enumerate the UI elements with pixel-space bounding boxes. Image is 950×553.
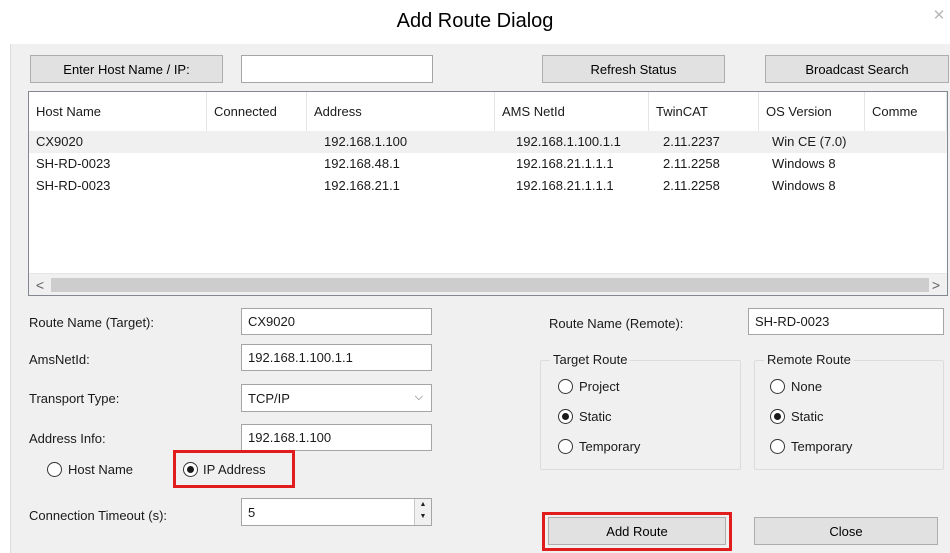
cell-twincat: 2.11.2258 [663, 178, 720, 193]
amsnetid-label: AmsNetId: [29, 352, 90, 367]
remote-route-static-radio[interactable] [770, 409, 785, 424]
table-row[interactable]: SH-RD-0023 192.168.21.1 192.168.21.1.1.1… [29, 175, 947, 197]
transport-type-value: TCP/IP [248, 390, 290, 406]
remote-route-temporary-radio[interactable] [770, 439, 785, 454]
amsnetid-input[interactable]: 192.168.1.100.1.1 [241, 344, 432, 371]
address-info-input[interactable]: 192.168.1.100 [241, 424, 432, 451]
host-ip-input[interactable] [241, 55, 433, 83]
column-header-address[interactable]: Address [307, 92, 495, 131]
target-route-title: Target Route [550, 352, 631, 367]
scroll-left-icon[interactable]: < [31, 276, 49, 294]
target-route-static-label: Static [579, 409, 612, 424]
broadcast-search-button[interactable]: Broadcast Search [765, 55, 949, 83]
target-route-temporary-radio[interactable] [558, 439, 573, 454]
target-route-project-radio[interactable] [558, 379, 573, 394]
timeout-spinner[interactable]: ▲ ▼ [414, 499, 431, 525]
cell-ams-netid: 192.168.21.1.1.1 [516, 156, 614, 171]
column-header-host-name[interactable]: Host Name [29, 92, 207, 131]
cell-os-version: Win CE (7.0) [772, 134, 847, 149]
ip-address-highlight [173, 450, 295, 488]
cell-ams-netid: 192.168.1.100.1.1 [516, 134, 621, 149]
cell-address: 192.168.21.1 [324, 178, 400, 193]
column-header-twincat[interactable]: TwinCAT [649, 92, 759, 131]
refresh-status-button[interactable]: Refresh Status [542, 55, 725, 83]
host-name-radio-label: Host Name [68, 462, 134, 477]
table-row[interactable]: CX9020 192.168.1.100 192.168.1.100.1.1 2… [29, 131, 947, 153]
close-icon[interactable]: ✕ [928, 6, 950, 26]
cell-os-version: Windows 8 [772, 156, 836, 171]
remote-route-title: Remote Route [764, 352, 854, 367]
target-route-project-label: Project [579, 379, 620, 394]
remote-route-temporary-label: Temporary [791, 439, 853, 454]
remote-route-none-label: None [791, 379, 823, 394]
column-header-os-version[interactable]: OS Version [759, 92, 865, 131]
column-header-connected[interactable]: Connected [207, 92, 307, 131]
spin-down-icon[interactable]: ▼ [415, 511, 431, 523]
title-bar: Add Route Dialog ✕ [0, 0, 950, 44]
route-name-remote-label: Route Name (Remote): [549, 316, 684, 331]
target-route-static-radio[interactable] [558, 409, 573, 424]
column-header-comment[interactable]: Comme [865, 92, 947, 131]
host-name-radio[interactable] [47, 462, 62, 477]
cell-os-version: Windows 8 [772, 178, 836, 193]
scrollbar-thumb[interactable] [51, 278, 929, 292]
transport-type-label: Transport Type: [29, 391, 120, 406]
cell-address: 192.168.48.1 [324, 156, 400, 171]
route-name-target-label: Route Name (Target): [29, 315, 154, 330]
chevron-down-icon: ⌵ [414, 391, 423, 403]
cell-host-name: SH-RD-0023 [36, 178, 111, 193]
cell-ams-netid: 192.168.21.1.1.1 [516, 178, 614, 193]
add-route-highlight [542, 512, 732, 551]
remote-route-static-label: Static [791, 409, 824, 424]
route-name-target-input[interactable]: CX9020 [241, 308, 432, 335]
cell-host-name: SH-RD-0023 [36, 156, 111, 171]
address-info-label: Address Info: [29, 431, 106, 446]
dialog-title: Add Route Dialog [396, 10, 554, 32]
cell-address: 192.168.1.100 [324, 134, 408, 149]
close-button[interactable]: Close [754, 517, 938, 545]
column-header-ams-netid[interactable]: AMS NetId [495, 92, 649, 131]
spin-up-icon[interactable]: ▲ [415, 499, 431, 511]
cell-host-name: CX9020 [36, 134, 83, 149]
cell-twincat: 2.11.2258 [663, 156, 720, 171]
route-list[interactable]: Host Name Connected Address AMS NetId Tw… [28, 91, 948, 296]
connection-timeout-value: 5 [248, 504, 256, 520]
connection-timeout-input[interactable]: 5 ▲ ▼ [241, 498, 432, 526]
table-row[interactable]: SH-RD-0023 192.168.48.1 192.168.21.1.1.1… [29, 153, 947, 175]
enter-host-button[interactable]: Enter Host Name / IP: [30, 55, 223, 83]
cell-twincat: 2.11.2237 [663, 134, 720, 149]
transport-type-select[interactable]: TCP/IP ⌵ [241, 384, 432, 412]
scroll-right-icon[interactable]: > [927, 276, 945, 294]
horizontal-scrollbar[interactable]: < > [29, 273, 947, 295]
remote-route-none-radio[interactable] [770, 379, 785, 394]
route-name-remote-input[interactable]: SH-RD-0023 [748, 308, 944, 335]
connection-timeout-label: Connection Timeout (s): [29, 508, 168, 523]
target-route-temporary-label: Temporary [579, 439, 641, 454]
